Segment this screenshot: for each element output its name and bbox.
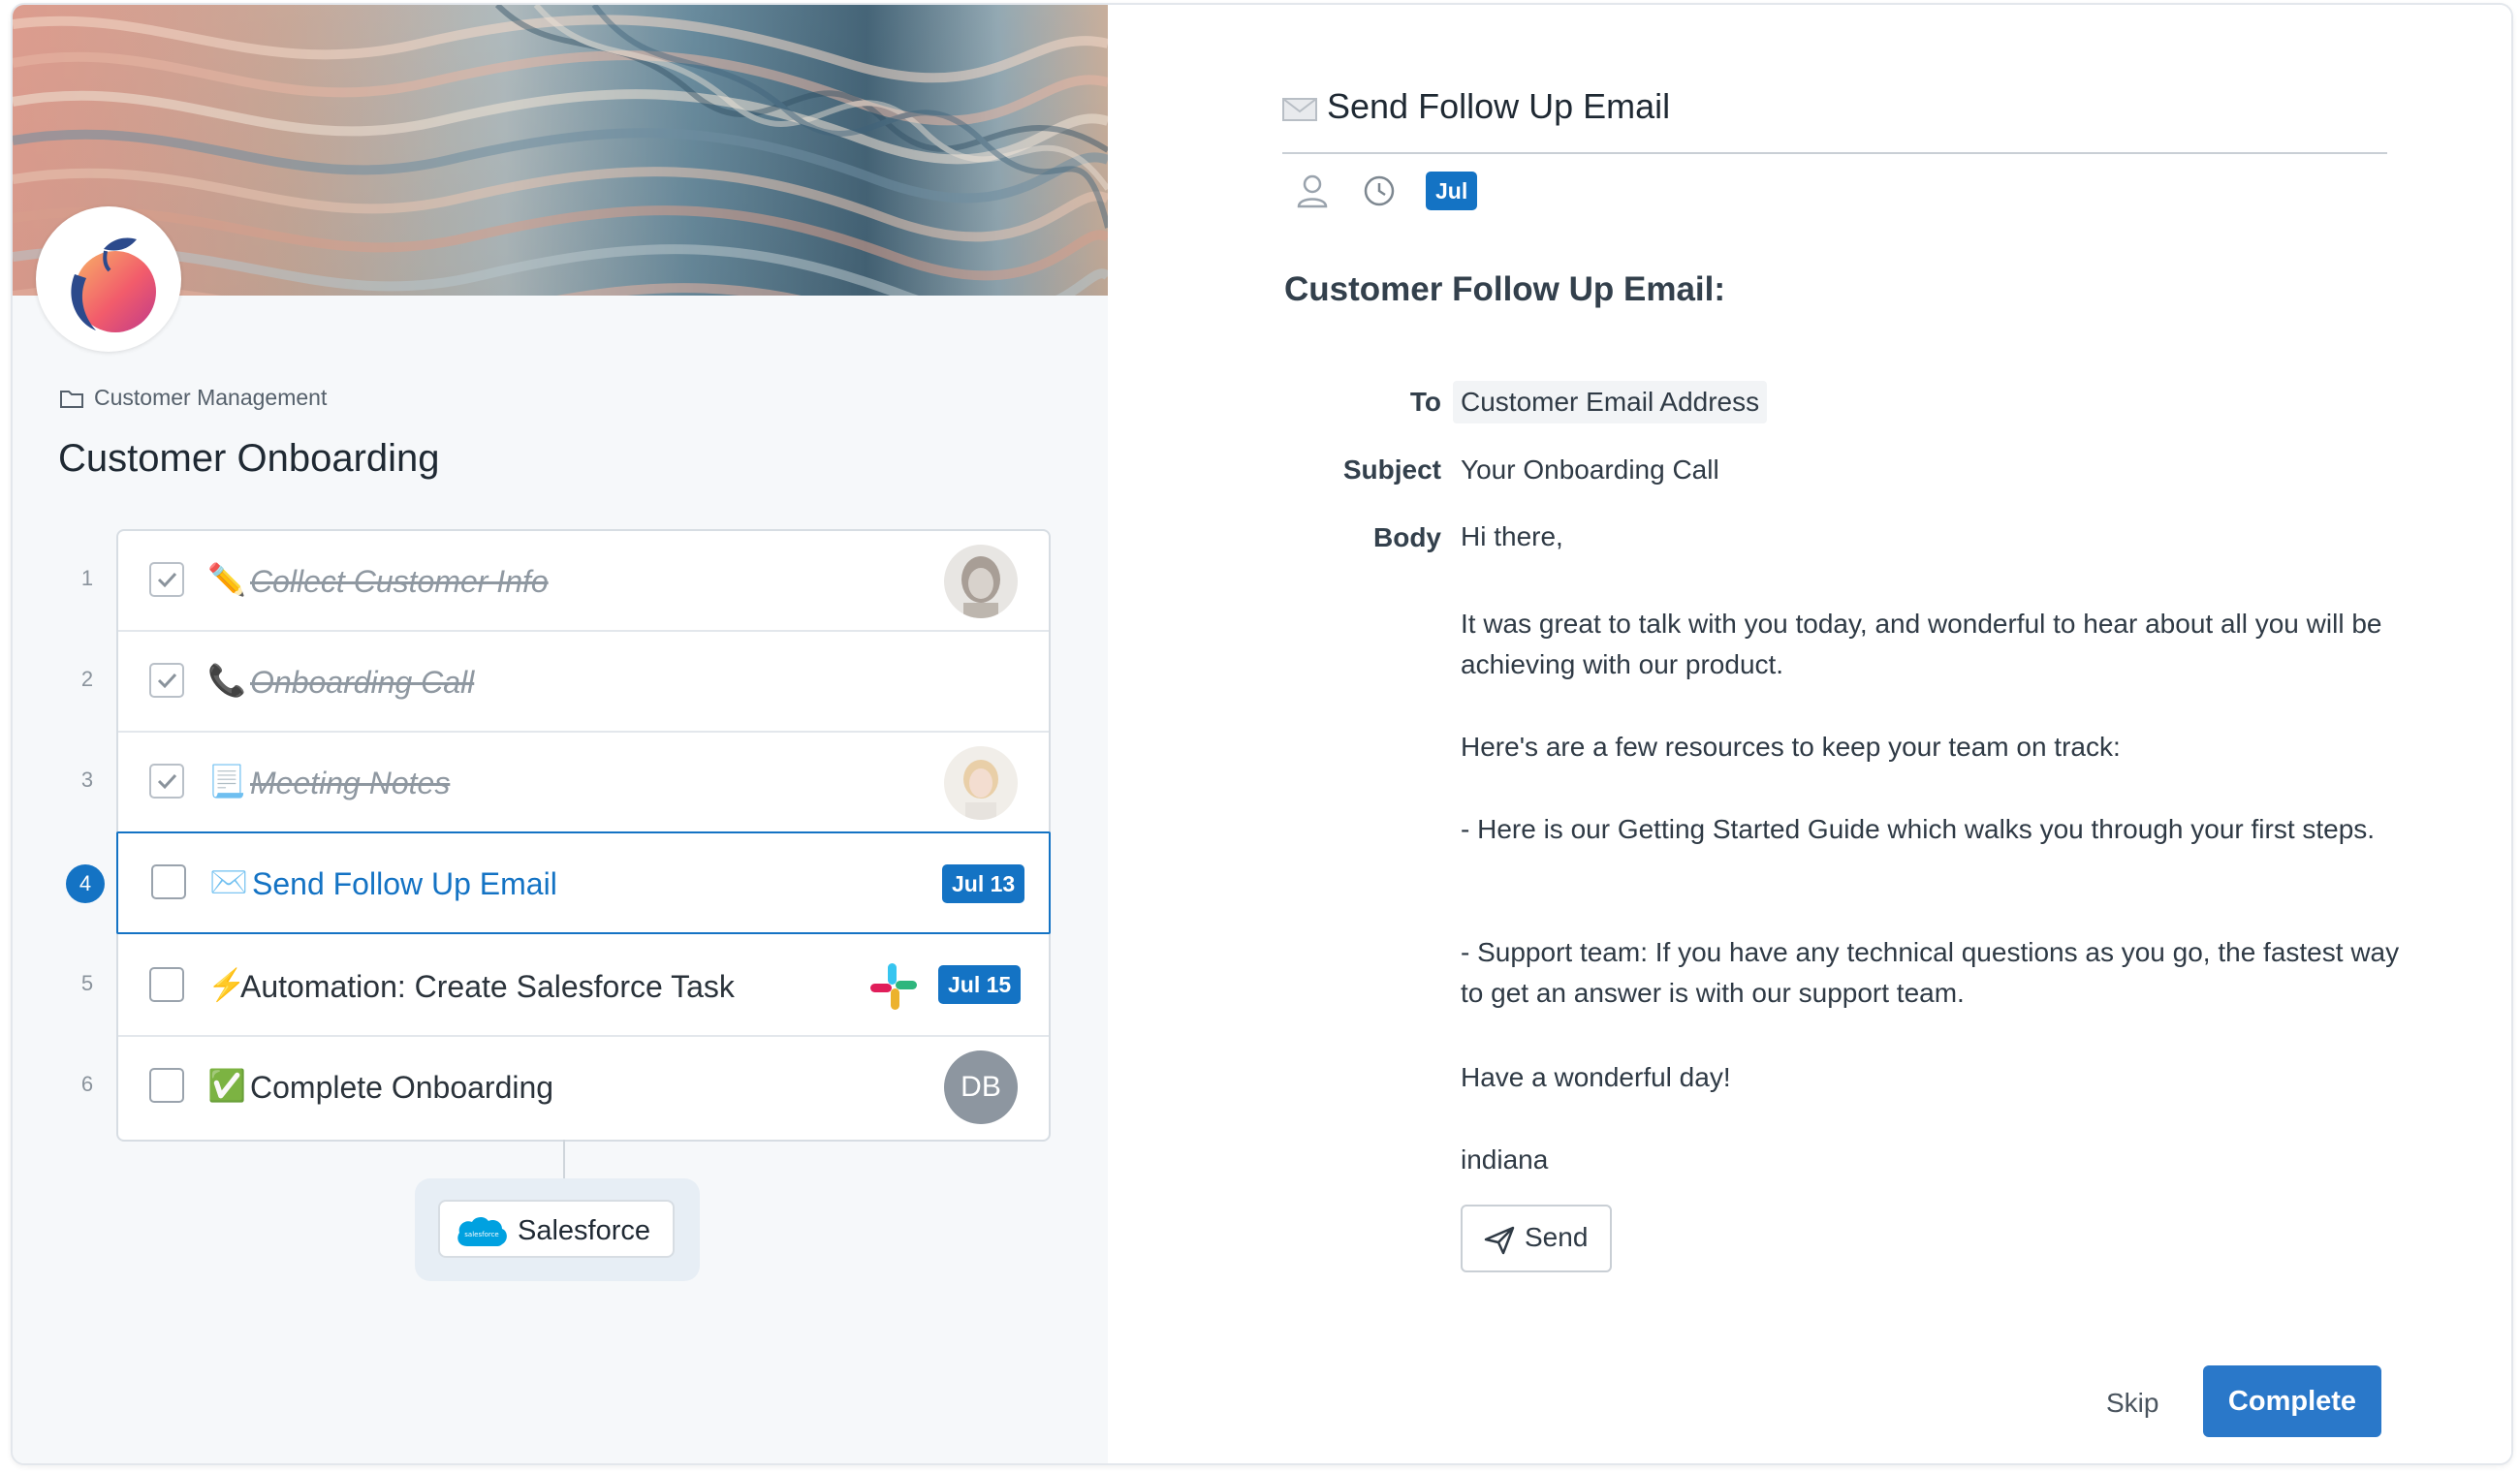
breadcrumb[interactable]: Customer Management xyxy=(59,385,327,411)
slack-icon xyxy=(868,961,919,1017)
due-date-badge[interactable]: Jul 15 xyxy=(938,965,1022,1004)
due-date-badge[interactable]: Jul 13 xyxy=(1426,172,1478,242)
envelope-icon xyxy=(1282,98,1317,121)
task-detail-pane: Send Follow Up Email Jul 13 Customer Fol… xyxy=(1108,5,2511,1463)
assignee-avatar[interactable] xyxy=(944,746,1018,820)
task-list: 1 ✏️ Collect Customer Info 2 📞 Onboardin… xyxy=(66,529,1051,1142)
user-icon[interactable] xyxy=(1296,173,1329,208)
due-date-badge[interactable]: Jul 13 xyxy=(942,864,1025,903)
task-row-collect-customer-info[interactable]: 1 ✏️ Collect Customer Info xyxy=(81,531,1049,632)
task-checkbox[interactable] xyxy=(151,864,186,899)
task-number: 6 xyxy=(80,1072,94,1096)
detail-title: Send Follow Up Email xyxy=(1327,86,1671,126)
check-icon xyxy=(157,673,177,689)
salesforce-icon: salesforce xyxy=(454,1213,510,1255)
task-row-meeting-notes[interactable]: 3 📃 Meeting Notes xyxy=(81,733,1049,833)
envelope-icon: ✉️ xyxy=(209,864,248,899)
subject-value: Your Onboarding Call xyxy=(1461,454,1719,485)
task-checkbox[interactable] xyxy=(149,1068,184,1103)
task-row-automation-salesforce[interactable]: 5 ⚡ Automation: Create Salesforce Task J… xyxy=(81,936,1049,1037)
skip-button[interactable]: Skip xyxy=(2106,1388,2158,1419)
body-signature: indiana xyxy=(1461,1144,1549,1175)
task-label: Onboarding Call xyxy=(250,665,475,700)
task-number: 2 xyxy=(80,667,94,691)
task-number: 1 xyxy=(80,566,94,590)
detail-header: Send Follow Up Email xyxy=(1282,82,2387,154)
assignee-avatar[interactable]: DB xyxy=(944,1050,1018,1124)
send-button[interactable]: Send xyxy=(1461,1205,1612,1272)
pencil-icon: ✏️ xyxy=(207,562,246,597)
complete-button[interactable]: Complete xyxy=(2203,1365,2381,1437)
svg-text:salesforce: salesforce xyxy=(464,1231,498,1238)
workspace-logo xyxy=(36,206,181,352)
body-paragraph: It was great to talk with you today, and… xyxy=(1461,609,2382,679)
section-title: Customer Follow Up Email: xyxy=(1284,270,1726,308)
task-label: Complete Onboarding xyxy=(250,1070,554,1105)
task-checkbox[interactable] xyxy=(149,967,184,1002)
check-mark-button-icon: ✅ xyxy=(207,1068,246,1103)
task-label: Meeting Notes xyxy=(250,766,451,800)
to-field[interactable]: Customer Email Address xyxy=(1453,381,1768,423)
task-number-active: 4 xyxy=(66,864,105,903)
to-label: To xyxy=(1409,387,1441,417)
task-row-onboarding-call[interactable]: 2 📞 Onboarding Call xyxy=(81,632,1049,733)
task-checkbox[interactable] xyxy=(149,764,184,799)
task-label: Send Follow Up Email xyxy=(252,866,557,901)
integration-label: Salesforce xyxy=(518,1215,651,1246)
send-icon xyxy=(1484,1226,1515,1255)
subject-label: Subject xyxy=(1342,454,1441,485)
task-checkbox[interactable] xyxy=(149,562,184,597)
body-line-greeting: Hi there, xyxy=(1461,521,1563,551)
send-button-label: Send xyxy=(1525,1222,1589,1252)
integration-node: salesforce Salesforce xyxy=(415,1178,700,1281)
notes-icon: 📃 xyxy=(207,764,246,799)
task-number: 5 xyxy=(80,971,94,995)
task-row-send-follow-up-email[interactable]: 4 ✉️ Send Follow Up Email Jul 13 xyxy=(66,831,1051,934)
breadcrumb-label: Customer Management xyxy=(94,385,328,410)
page-title: Customer Onboarding xyxy=(58,437,440,480)
body-label: Body xyxy=(1373,522,1441,552)
body-paragraph: - Support team: If you have any technica… xyxy=(1461,937,2400,1008)
body-paragraph: - Here is our Getting Started Guide whic… xyxy=(1461,814,2376,844)
flow-connector xyxy=(563,1140,565,1178)
assignee-avatar[interactable] xyxy=(944,545,1018,618)
task-label: Collect Customer Info xyxy=(250,564,549,599)
task-label: Automation: Create Salesforce Task xyxy=(240,969,735,1004)
salesforce-integration-button[interactable]: salesforce Salesforce xyxy=(438,1200,675,1258)
phone-icon: 📞 xyxy=(207,663,246,698)
body-paragraph: Have a wonderful day! xyxy=(1461,1062,1731,1092)
workflow-pane: Customer Management Customer Onboarding … xyxy=(13,5,1108,1463)
check-icon xyxy=(157,773,177,790)
body-paragraph: Here's are a few resources to keep your … xyxy=(1461,732,2121,762)
task-row-complete-onboarding[interactable]: 6 ✅ Complete Onboarding DB xyxy=(81,1037,1049,1138)
task-number: 3 xyxy=(80,768,94,792)
process-card: Customer Management Customer Onboarding … xyxy=(11,3,2513,1465)
check-icon xyxy=(157,572,177,588)
folder-icon xyxy=(60,390,83,408)
task-checkbox[interactable] xyxy=(149,663,184,698)
clock-icon[interactable] xyxy=(1362,173,1397,208)
